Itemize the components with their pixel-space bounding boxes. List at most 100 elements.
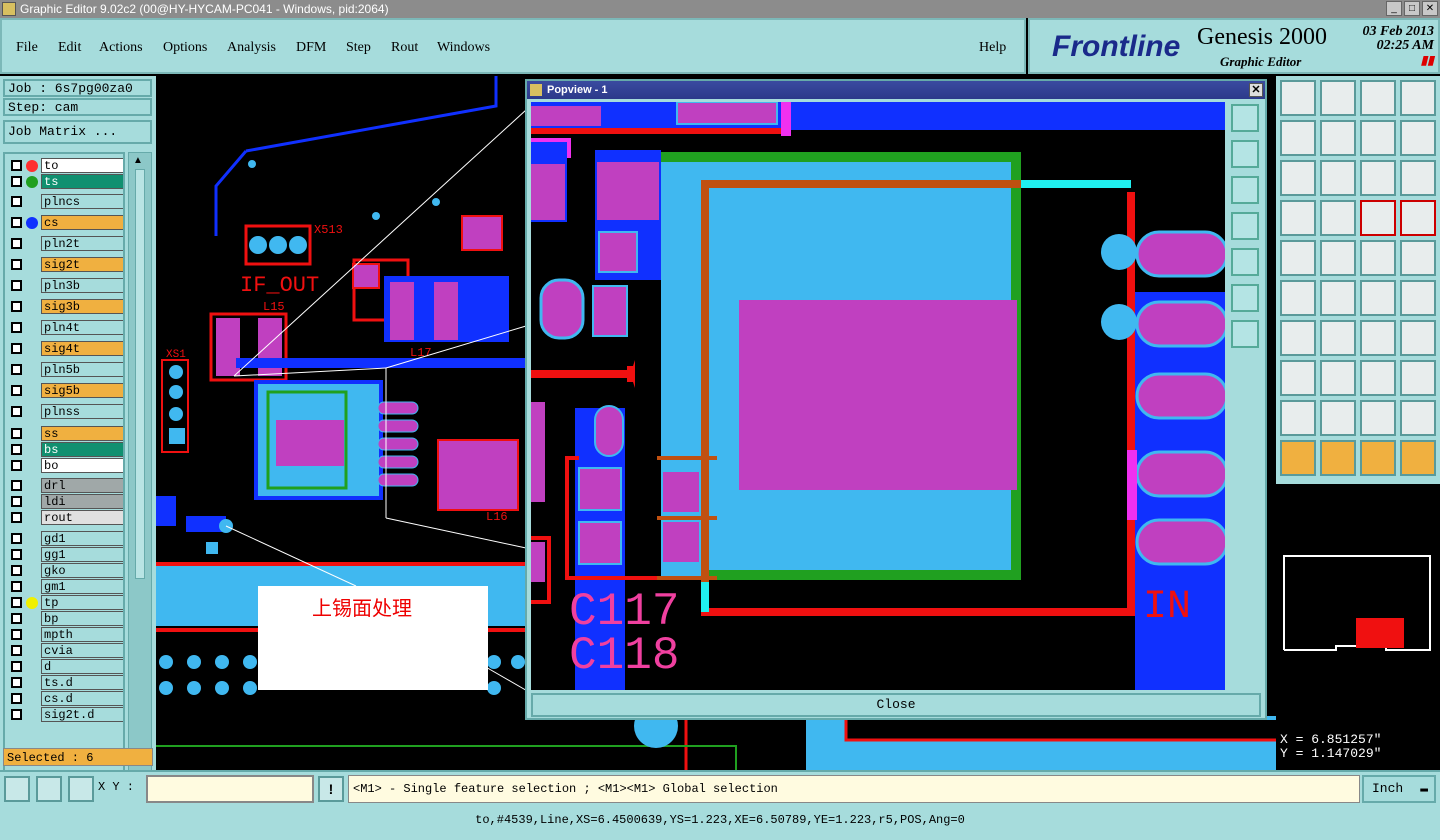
- layer-name[interactable]: plnss: [41, 404, 123, 419]
- layer-name[interactable]: pln2t: [41, 236, 123, 251]
- window-split-icon[interactable]: [1400, 80, 1436, 116]
- popview-close-icon[interactable]: ✕: [1249, 83, 1263, 97]
- menu-edit[interactable]: Edit: [58, 40, 81, 56]
- a-shape-icon[interactable]: [1320, 400, 1356, 436]
- layer-row[interactable]: sig5b: [5, 383, 123, 399]
- split-icon[interactable]: [1400, 320, 1436, 356]
- xy-input[interactable]: [146, 775, 314, 803]
- layer-row[interactable]: mpth: [5, 627, 123, 643]
- layer-checkbox[interactable]: [11, 677, 22, 688]
- layer-row[interactable]: bp: [5, 611, 123, 627]
- layer-name[interactable]: sig2t.d: [41, 707, 123, 722]
- popview-zoom-icon[interactable]: [1231, 104, 1259, 132]
- layer-name[interactable]: bs: [41, 442, 123, 457]
- arc-icon[interactable]: [1360, 320, 1396, 356]
- popview-pan-right-icon[interactable]: [1231, 248, 1259, 276]
- measure-icon[interactable]: [1360, 360, 1396, 396]
- ruler-icon[interactable]: [1360, 240, 1396, 276]
- layer-checkbox[interactable]: [11, 322, 22, 333]
- layer-name[interactable]: pln5b: [41, 362, 123, 377]
- layer-name[interactable]: ts: [41, 174, 123, 189]
- layer-checkbox[interactable]: [11, 176, 22, 187]
- layer-checkbox[interactable]: [11, 693, 22, 704]
- layer-row[interactable]: pln5b: [5, 362, 123, 378]
- layer-checkbox[interactable]: [11, 364, 22, 375]
- scroll-up-icon[interactable]: ▲: [133, 155, 143, 166]
- layer-name[interactable]: pln4t: [41, 320, 123, 335]
- layer-name[interactable]: cs.d: [41, 691, 123, 706]
- layer-checkbox[interactable]: [11, 196, 22, 207]
- layer-name[interactable]: bp: [41, 611, 123, 626]
- pointer-box-icon[interactable]: [1320, 440, 1356, 476]
- layer-name[interactable]: sig5b: [41, 383, 123, 398]
- layer-row[interactable]: ts: [5, 174, 123, 190]
- popview-fit-icon[interactable]: [1231, 320, 1259, 348]
- menu-options[interactable]: Options: [163, 40, 207, 56]
- layer-name[interactable]: gg1: [41, 547, 123, 562]
- layer-checkbox[interactable]: [11, 385, 22, 396]
- layer-checkbox[interactable]: [11, 496, 22, 507]
- triangle-icon[interactable]: [1280, 400, 1316, 436]
- layer-row[interactable]: cs: [5, 215, 123, 231]
- layer-checkbox[interactable]: [11, 565, 22, 576]
- layer-row[interactable]: ss: [5, 426, 123, 442]
- unit-select[interactable]: Inch ▬: [1362, 775, 1436, 803]
- pad-icon[interactable]: [1400, 240, 1436, 276]
- popview-close-button[interactable]: Close: [531, 693, 1261, 717]
- layer-row[interactable]: tp: [5, 595, 123, 611]
- help-icon[interactable]: [1400, 160, 1436, 196]
- layer-row[interactable]: pln3b: [5, 278, 123, 294]
- layout-icon[interactable]: [1400, 120, 1436, 156]
- pan-right-icon[interactable]: [1320, 120, 1356, 156]
- alert-icon[interactable]: !: [318, 776, 344, 802]
- view-top-icon[interactable]: [1280, 80, 1316, 116]
- layer-row[interactable]: gg1: [5, 547, 123, 563]
- layer-row[interactable]: gko: [5, 563, 123, 579]
- popview-zoom-home-icon[interactable]: [1231, 284, 1259, 312]
- delete-node-icon[interactable]: [1320, 280, 1356, 316]
- close-window-button[interactable]: ✕: [1422, 1, 1438, 16]
- popview-pan-left-icon[interactable]: [1231, 212, 1259, 240]
- layer-row[interactable]: plnss: [5, 404, 123, 420]
- popview-pan-up-icon[interactable]: [1231, 140, 1259, 168]
- layer-row[interactable]: pln2t: [5, 236, 123, 252]
- layer-name[interactable]: pln3b: [41, 278, 123, 293]
- layer-row[interactable]: gm1: [5, 579, 123, 595]
- layer-row[interactable]: drl: [5, 478, 123, 494]
- layer-checkbox[interactable]: [11, 629, 22, 640]
- layer-checkbox[interactable]: [11, 280, 22, 291]
- cross-icon[interactable]: [1400, 400, 1436, 436]
- layer-row[interactable]: rout: [5, 510, 123, 526]
- pan-left-icon[interactable]: [1280, 120, 1316, 156]
- layer-name[interactable]: d: [41, 659, 123, 674]
- layer-row[interactable]: sig2t.d: [5, 707, 123, 723]
- popview-titlebar[interactable]: Popview - 1: [527, 81, 1265, 99]
- layer-scrollbar[interactable]: ▲ ▼: [128, 152, 152, 816]
- layer-checkbox[interactable]: [11, 460, 22, 471]
- layer-row[interactable]: ldi: [5, 494, 123, 510]
- layer-row[interactable]: plncs: [5, 194, 123, 210]
- line-angle-icon[interactable]: [1280, 320, 1316, 356]
- mirror-icon[interactable]: [1360, 120, 1396, 156]
- layer-checkbox[interactable]: [11, 512, 22, 523]
- move-point-icon[interactable]: [1400, 280, 1436, 316]
- layer-checkbox[interactable]: [11, 533, 22, 544]
- layer-name[interactable]: gd1: [41, 531, 123, 546]
- layer-checkbox[interactable]: [11, 301, 22, 312]
- layer-checkbox[interactable]: [11, 238, 22, 249]
- line-icon[interactable]: [1320, 320, 1356, 356]
- layer-name[interactable]: plncs: [41, 194, 123, 209]
- surface-icon[interactable]: [1400, 360, 1436, 396]
- snap-alt-icon[interactable]: [1400, 200, 1436, 236]
- measure-icon[interactable]: [36, 776, 62, 802]
- layer-name[interactable]: cvia: [41, 643, 123, 658]
- grid-icon[interactable]: [1320, 200, 1356, 236]
- layer-name[interactable]: ldi: [41, 494, 123, 509]
- layer-name[interactable]: cs: [41, 215, 123, 230]
- layer-row[interactable]: cvia: [5, 643, 123, 659]
- minimap[interactable]: [1276, 484, 1440, 730]
- layer-name[interactable]: drl: [41, 478, 123, 493]
- menu-windows[interactable]: Windows: [437, 40, 490, 56]
- layer-checkbox[interactable]: [11, 480, 22, 491]
- edit-shape-icon[interactable]: [1320, 240, 1356, 276]
